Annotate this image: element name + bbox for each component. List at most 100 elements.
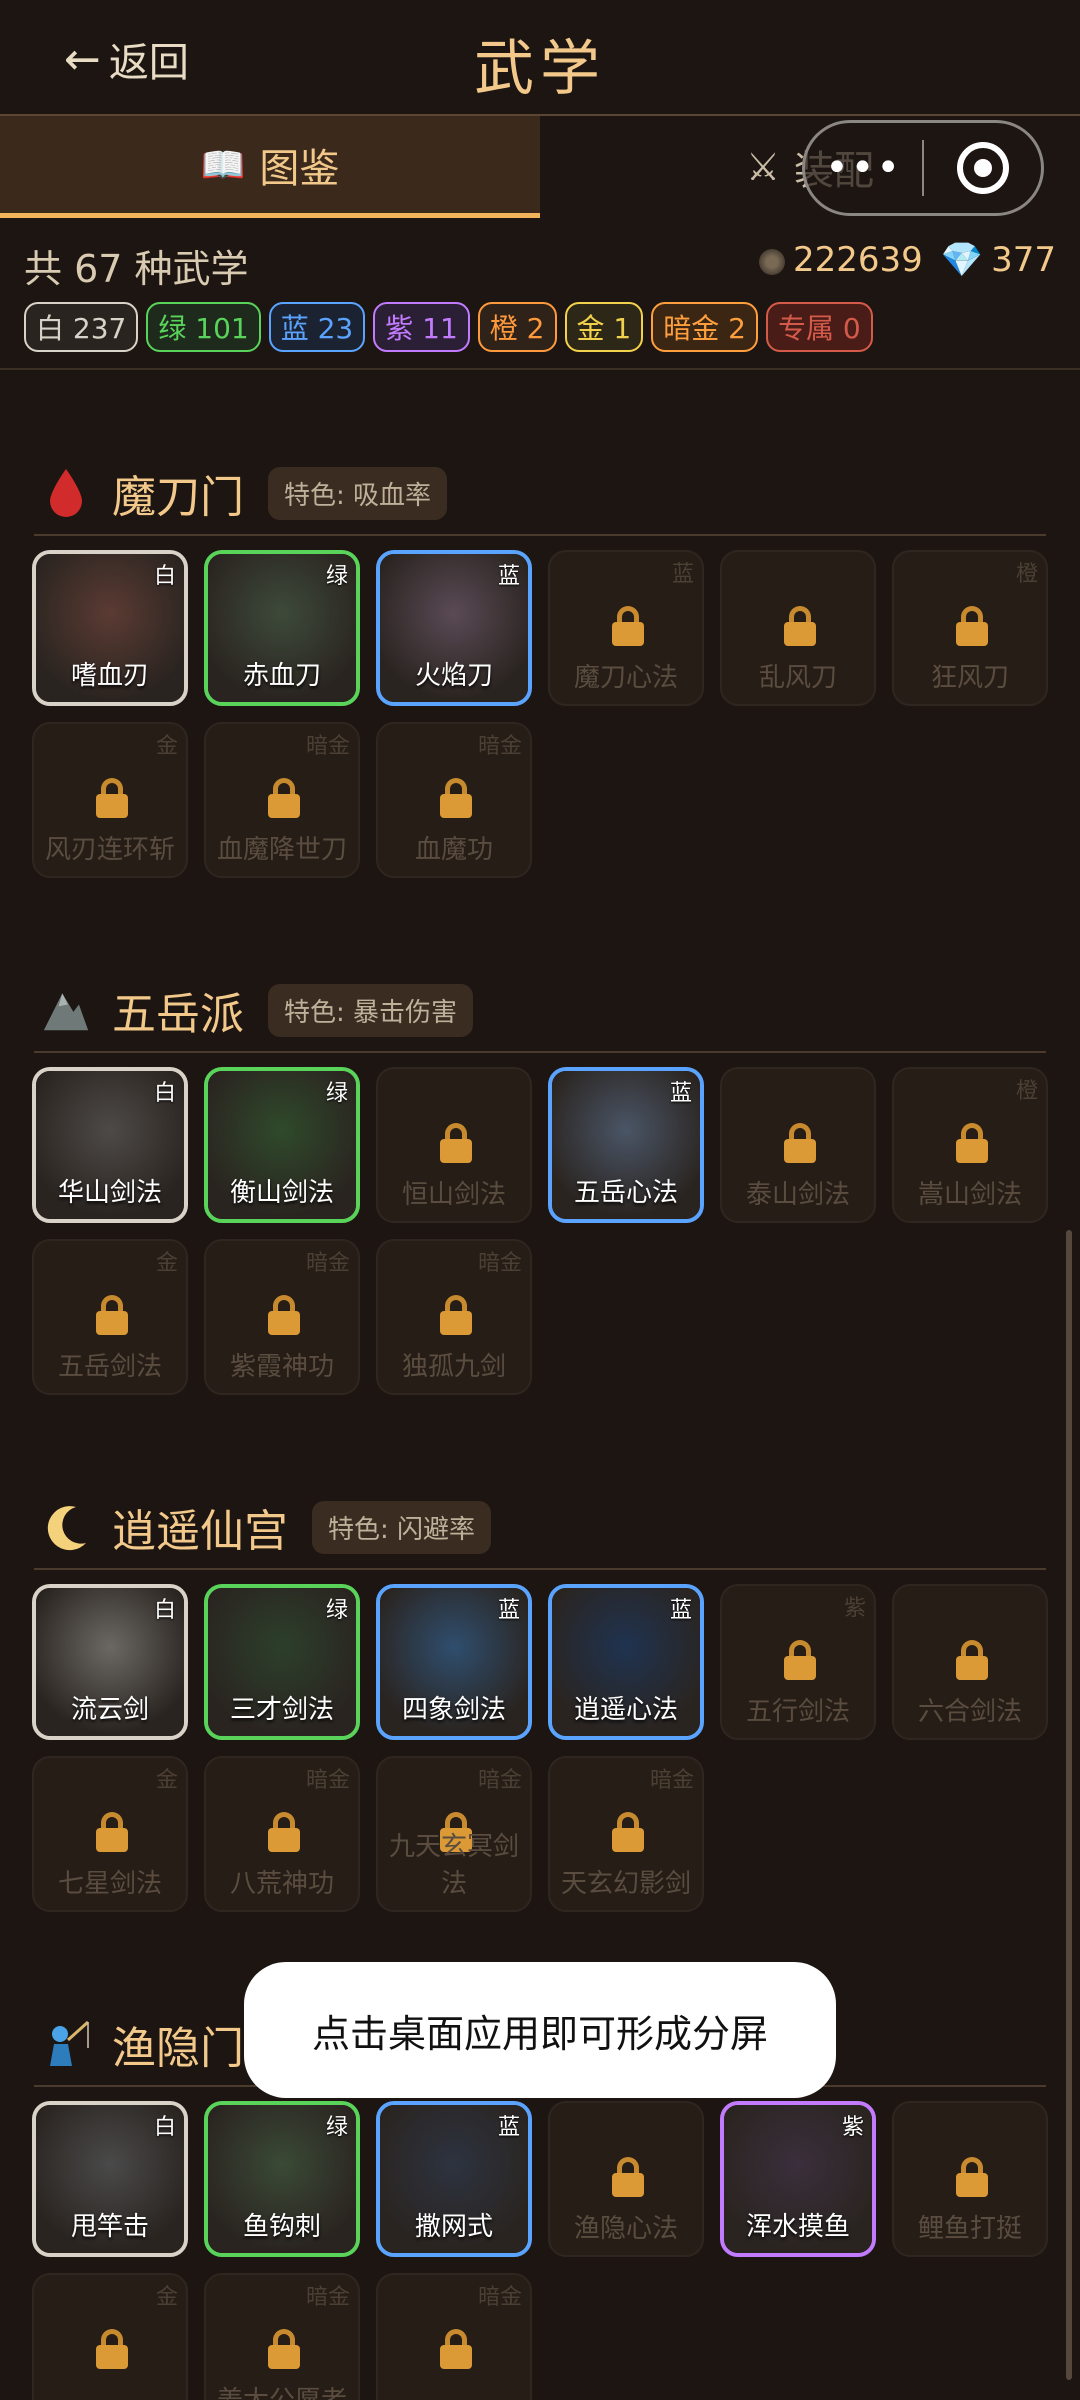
lock-icon <box>96 2329 128 2369</box>
rarity-badge[interactable]: 专属 0 <box>765 302 873 352</box>
lock-icon <box>96 1295 128 1335</box>
page-title: 武学 <box>474 34 606 104</box>
coin-icon <box>758 248 785 275</box>
skill-name: 鱼钩刺 <box>242 2212 321 2242</box>
rarity-badge[interactable]: 金 1 <box>564 302 644 352</box>
skill-name: 华山剑法 <box>57 1178 162 1208</box>
rarity-label: 暗金 <box>649 1768 694 1793</box>
lock-icon <box>268 778 300 818</box>
skill-card-locked[interactable]: 暗金姜太公愿者 <box>204 2273 360 2400</box>
skill-name: 渔隐心法 <box>573 2214 678 2244</box>
skill-name: 五岳剑法 <box>57 1352 162 1382</box>
skill-name: 风刃连环斩 <box>44 835 175 865</box>
skill-card-locked[interactable]: 金五岳剑法 <box>32 1239 188 1395</box>
book-icon: 📖 <box>200 144 246 186</box>
skill-name: 狂风刀 <box>930 663 1009 693</box>
rarity-label: 紫 <box>843 1596 866 1621</box>
skill-card-locked[interactable]: 暗金 紫霞神功 <box>204 1239 360 1395</box>
sect-feature-tag: 特色: 吸血率 <box>268 466 448 520</box>
sect-header: 五岳派 特色: 暴击伤害 <box>0 967 1080 1053</box>
skill-card-locked[interactable]: 渔隐心法 <box>548 2101 704 2257</box>
rarity-badge[interactable]: 蓝 23 <box>268 302 366 352</box>
skill-card-locked[interactable]: 蓝魔刀心法 <box>548 550 704 706</box>
more-menu-button[interactable]: ••• <box>805 145 922 191</box>
rarity-badge[interactable]: 白 237 <box>24 302 139 352</box>
skill-card[interactable]: 绿三才剑法 <box>204 1584 360 1740</box>
skill-card[interactable]: 蓝五岳心法 <box>548 1067 704 1223</box>
skill-name: 鲤鱼打挺 <box>917 2214 1022 2244</box>
skill-card-locked[interactable]: 六合剑法 <box>892 1584 1048 1740</box>
skill-card[interactable]: 蓝撒网式 <box>376 2101 532 2257</box>
moon-icon <box>42 1499 90 1555</box>
skill-name: 流云剑 <box>70 1695 149 1725</box>
rarity-label: 蓝 <box>669 1598 692 1623</box>
skill-name: 姜太公愿者 <box>206 2380 358 2400</box>
skill-card-locked[interactable]: 暗金 血魔功 <box>376 722 532 878</box>
skill-card-locked[interactable]: 橙嵩山剑法 <box>892 1067 1048 1223</box>
skill-card-locked[interactable]: 金风刃连环斩 <box>32 722 188 878</box>
scrollbar[interactable] <box>1066 1230 1072 2380</box>
skill-card[interactable]: 绿衡山剑法 <box>204 1067 360 1223</box>
skill-card-locked[interactable]: 暗金血魔降世刀 <box>204 722 360 878</box>
skill-name: 紫霞神功 <box>229 1352 334 1382</box>
sect-section: 魔刀门 特色: 吸血率白嗜血刃绿赤血刀蓝火焰刀蓝魔刀心法 乱风刀橙狂风刀金风刃连环斩… <box>0 450 1080 878</box>
skill-card-locked[interactable]: 橙狂风刀 <box>892 550 1048 706</box>
rarity-badge[interactable]: 绿 101 <box>146 302 261 352</box>
skill-grid: 白嗜血刃绿赤血刀蓝火焰刀蓝魔刀心法 乱风刀橙狂风刀金风刃连环斩 暗金 血魔降世刀 暗金血… <box>32 550 1056 878</box>
rarity-badge[interactable]: 暗金 2 <box>651 302 758 352</box>
skill-card[interactable]: 绿鱼钩刺 <box>204 2101 360 2257</box>
rarity-label: 白 <box>153 1081 176 1106</box>
collection-summary: 共 67 种武学 222639 💎 377 白 237 绿 101 蓝 23 紫 11 橙… <box>0 218 1080 370</box>
skill-card[interactable]: 紫浑水摸鱼 <box>720 2101 876 2257</box>
rarity-label: 白 <box>153 1598 176 1623</box>
skill-card-locked[interactable]: 暗金 <box>376 2273 532 2400</box>
skill-name: 嗜血刃 <box>70 661 149 691</box>
lock-icon <box>268 1812 300 1852</box>
target-icon <box>956 142 1009 194</box>
skill-card-locked[interactable]: 暗金 天玄幻影剑 <box>548 1756 704 1912</box>
rarity-label: 蓝 <box>497 1598 520 1623</box>
skill-name: 六合剑法 <box>917 1697 1022 1727</box>
skill-card-locked[interactable]: 恒山剑法 <box>376 1067 532 1223</box>
skill-card-locked[interactable]: 暗金 八荒神功 <box>204 1756 360 1912</box>
skill-name: 撒网式 <box>414 2212 493 2242</box>
rarity-label: 暗金 <box>477 1251 522 1276</box>
skill-card[interactable]: 白流云剑 <box>32 1584 188 1740</box>
swords-icon: ⚔ <box>745 145 781 189</box>
skill-card[interactable]: 白甩竿击 <box>32 2101 188 2257</box>
skill-name: 血魔功 <box>414 835 493 865</box>
rarity-label: 金 <box>155 1251 178 1276</box>
sect-section: 五岳派 特色: 暴击伤害白华山剑法绿衡山剑法 恒山剑法蓝五岳心法 泰山剑法橙嵩山剑法金… <box>0 967 1080 1395</box>
lock-icon <box>956 1123 988 1163</box>
skill-card-locked[interactable]: 金 <box>32 2273 188 2400</box>
skill-card[interactable]: 蓝逍遥心法 <box>548 1584 704 1740</box>
tab-catalog[interactable]: 📖 图鉴 <box>0 116 540 218</box>
rarity-badge[interactable]: 紫 11 <box>373 302 470 352</box>
skill-card-locked[interactable]: 鲤鱼打挺 <box>892 2101 1048 2257</box>
skill-card[interactable]: 白嗜血刃 <box>32 550 188 706</box>
skill-card[interactable]: 白华山剑法 <box>32 1067 188 1223</box>
skill-card[interactable]: 蓝四象剑法 <box>376 1584 532 1740</box>
rarity-label: 橙 <box>1015 1079 1038 1104</box>
currency-display: 222639 💎 377 <box>758 240 1056 280</box>
lock-icon <box>956 606 988 646</box>
skill-name: 血魔降世刀 <box>216 835 347 865</box>
lock-icon <box>440 1295 472 1335</box>
skill-name: 衡山剑法 <box>229 1178 334 1208</box>
rarity-label: 绿 <box>325 1598 348 1623</box>
skill-card[interactable]: 绿赤血刀 <box>204 550 360 706</box>
skill-card-locked[interactable]: 暗金 九天玄冥剑法 <box>376 1756 532 1912</box>
skill-card-locked[interactable]: 紫五行剑法 <box>720 1584 876 1740</box>
skill-card-locked[interactable]: 暗金 独孤九剑 <box>376 1239 532 1395</box>
skill-card-locked[interactable]: 金七星剑法 <box>32 1756 188 1912</box>
rarity-label: 蓝 <box>671 562 694 587</box>
sect-header: 魔刀门 特色: 吸血率 <box>0 450 1080 536</box>
divider <box>34 1568 1046 1570</box>
skill-card-locked[interactable]: 泰山剑法 <box>720 1067 876 1223</box>
skill-name: 逍遥心法 <box>573 1695 678 1725</box>
skill-card[interactable]: 蓝火焰刀 <box>376 550 532 706</box>
rarity-label: 暗金 <box>305 734 350 759</box>
close-miniprogram-button[interactable] <box>924 142 1041 194</box>
skill-card-locked[interactable]: 乱风刀 <box>720 550 876 706</box>
rarity-badge[interactable]: 橙 2 <box>477 302 557 352</box>
